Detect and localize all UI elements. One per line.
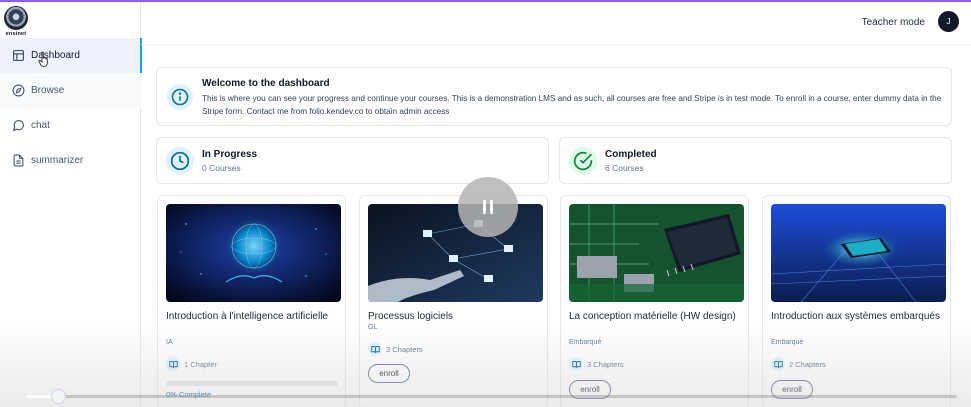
completed-title: Completed <box>605 149 657 160</box>
logo-icon <box>4 6 28 30</box>
sidebar: ensinet Dashboard Browse chat summarizer <box>0 2 142 407</box>
book-open-icon <box>166 357 180 371</box>
course-title[interactable]: Introduction à l'intelligence artificiel… <box>166 309 338 324</box>
chapter-count: 2 Chapters <box>771 357 826 371</box>
top-bar: Teacher mode J <box>141 2 971 45</box>
chapter-count-label: 2 Chapters <box>789 359 826 369</box>
course-title[interactable]: Processus logiciels <box>368 309 540 324</box>
sidebar-item-label: chat <box>31 120 50 131</box>
course-category: Embarqué <box>771 339 804 346</box>
clock-icon <box>166 147 194 175</box>
layout-icon <box>12 49 25 62</box>
file-text-icon <box>12 154 25 167</box>
course-category: GL <box>368 324 378 331</box>
course-thumbnail <box>368 204 543 302</box>
progress-bar <box>166 381 338 386</box>
course-category: IA <box>166 339 173 346</box>
welcome-banner: Welcome to the dashboard This is where y… <box>156 67 952 126</box>
completed-count: 6 Courses <box>605 163 644 173</box>
welcome-text: This is where you can see your progress … <box>202 94 942 116</box>
enroll-button[interactable]: enroll <box>368 364 410 383</box>
pause-icon <box>483 200 486 214</box>
sidebar-nav: Dashboard Browse chat summarizer <box>0 38 142 178</box>
video-seek-bar[interactable] <box>26 389 957 404</box>
chapter-count: 1 Chapter <box>166 357 217 371</box>
chapter-count-label: 3 Chapters <box>386 344 423 354</box>
course-title[interactable]: La conception matérielle (HW design) <box>569 309 741 324</box>
course-title[interactable]: Introduction aux systèmes embarqués <box>771 309 943 324</box>
book-open-icon <box>569 357 583 371</box>
seek-bar-handle[interactable] <box>50 389 66 404</box>
book-open-icon <box>368 342 382 356</box>
teacher-mode-button[interactable]: Teacher mode <box>862 17 925 28</box>
chapter-count: 3 Chapters <box>368 342 423 356</box>
message-circle-icon <box>12 119 25 132</box>
course-thumbnail <box>166 204 341 302</box>
sidebar-item-label: summarizer <box>31 155 84 166</box>
sidebar-item-dashboard[interactable]: Dashboard <box>0 38 142 73</box>
avatar[interactable]: J <box>938 11 959 32</box>
info-icon <box>167 84 193 110</box>
logo-text: ensinet <box>5 31 27 37</box>
hand-cursor-icon <box>38 51 48 67</box>
compass-icon <box>12 84 25 97</box>
book-open-icon <box>771 357 785 371</box>
completed-card: Completed 6 Courses <box>559 137 952 184</box>
sidebar-item-chat[interactable]: chat <box>0 108 141 143</box>
check-circle-icon <box>569 147 597 175</box>
in-progress-count: 0 Courses <box>202 163 241 173</box>
chapter-count-label: 1 Chapter <box>184 359 217 369</box>
pause-button[interactable] <box>458 177 518 237</box>
chapter-count-label: 3 Chapters <box>587 359 624 369</box>
welcome-title: Welcome to the dashboard <box>202 78 330 89</box>
course-thumbnail <box>771 204 946 302</box>
sidebar-item-summarizer[interactable]: summarizer <box>0 143 141 178</box>
in-progress-title: In Progress <box>202 149 258 160</box>
course-card[interactable]: Introduction aux systèmes embarqués Emba… <box>762 195 951 407</box>
logo[interactable]: ensinet <box>3 6 29 38</box>
course-category: Embarqué <box>569 339 602 346</box>
course-card[interactable]: Processus logiciels GL 3 Chapters enroll <box>359 195 548 407</box>
sidebar-item-label: Browse <box>31 85 65 96</box>
chapter-count: 3 Chapters <box>569 357 624 371</box>
course-thumbnail <box>569 204 744 302</box>
course-card[interactable]: La conception matérielle (HW design) Emb… <box>560 195 749 407</box>
course-card[interactable]: Introduction à l'intelligence artificiel… <box>157 195 346 407</box>
sidebar-item-browse[interactable]: Browse <box>0 73 141 108</box>
